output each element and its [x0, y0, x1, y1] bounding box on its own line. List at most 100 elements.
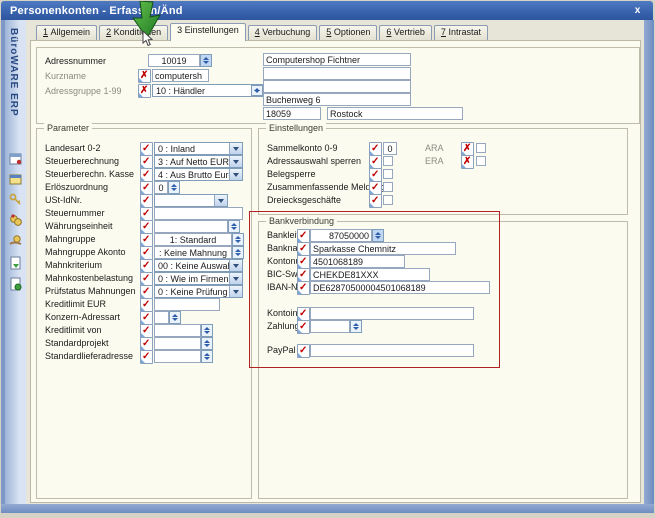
- field-x-icon[interactable]: [138, 69, 151, 83]
- mahnkostenbelastung-select[interactable]: 0 : Wie im Firmenstamm eing: [154, 272, 243, 285]
- ust-idnr-select[interactable]: [154, 194, 228, 207]
- steuerberechn-kasse-select[interactable]: 4 : Aus Brutto Euro: [154, 168, 243, 181]
- field-check-icon[interactable]: [297, 307, 310, 321]
- pruefstatus-select[interactable]: 0 : Keine Prüfung: [154, 285, 243, 298]
- field-check-icon[interactable]: [297, 229, 310, 243]
- era-checkbox[interactable]: [476, 156, 486, 166]
- zahlung-von-input[interactable]: [310, 320, 350, 333]
- field-x-icon[interactable]: [461, 155, 474, 169]
- field-check-icon[interactable]: [140, 311, 153, 325]
- erloeszuordnung-stepper[interactable]: [168, 181, 180, 194]
- erloeszuordnung-input[interactable]: 0: [154, 181, 168, 194]
- field-check-icon[interactable]: [140, 350, 153, 364]
- chevron-down-icon[interactable]: [229, 169, 242, 180]
- field-check-icon[interactable]: [297, 281, 310, 295]
- field-x-icon[interactable]: [461, 142, 474, 156]
- mahngruppe-stepper[interactable]: [232, 233, 244, 246]
- field-check-icon[interactable]: [140, 168, 153, 182]
- field-check-icon[interactable]: [297, 344, 310, 358]
- steuerberechnung-select[interactable]: 3 : Auf Netto EUR: [154, 155, 243, 168]
- standardlieferadresse-stepper[interactable]: [201, 350, 213, 363]
- field-check-icon[interactable]: [140, 207, 153, 221]
- window-icon[interactable]: [9, 172, 23, 186]
- city-input[interactable]: Rostock: [327, 107, 463, 120]
- field-check-icon[interactable]: [297, 242, 310, 256]
- waehrungseinheit-stepper[interactable]: [228, 220, 240, 233]
- report-icon[interactable]: [9, 152, 23, 166]
- name3-input[interactable]: [263, 80, 411, 93]
- field-check-icon[interactable]: [140, 220, 153, 234]
- chevron-down-icon[interactable]: [229, 143, 242, 154]
- field-check-icon[interactable]: [140, 324, 153, 338]
- field-check-icon[interactable]: [140, 259, 153, 273]
- payment-icon[interactable]: [9, 234, 23, 248]
- field-check-icon[interactable]: [140, 285, 153, 299]
- zip-input[interactable]: 18059: [263, 107, 321, 120]
- sammelkonto-input[interactable]: 0: [383, 142, 397, 155]
- field-check-icon[interactable]: [369, 155, 382, 169]
- landesart-select[interactable]: 0 : Inland: [154, 142, 243, 155]
- dreiecksgeschaefte-checkbox[interactable]: [383, 195, 393, 205]
- bic-swift-input[interactable]: CHEKDE81XXX: [310, 268, 430, 281]
- field-check-icon[interactable]: [140, 142, 153, 156]
- field-check-icon[interactable]: [140, 194, 153, 208]
- field-check-icon[interactable]: [297, 255, 310, 269]
- chevron-down-icon[interactable]: [229, 260, 242, 271]
- coins-icon[interactable]: [9, 213, 23, 227]
- ara-checkbox[interactable]: [476, 143, 486, 153]
- document-new-icon[interactable]: [9, 256, 23, 270]
- field-check-icon[interactable]: [369, 181, 382, 195]
- konzern-adressart-input[interactable]: [154, 311, 169, 324]
- tab-allgemein[interactable]: 1 Allgemein: [36, 25, 97, 40]
- kontoinhaber-input[interactable]: [310, 307, 474, 320]
- field-check-icon[interactable]: [369, 194, 382, 208]
- adressnummer-stepper[interactable]: [200, 54, 212, 67]
- field-check-icon[interactable]: [140, 246, 153, 260]
- adressauswahl-sperren-checkbox[interactable]: [383, 156, 393, 166]
- field-check-icon[interactable]: [140, 337, 153, 351]
- tab-intrastat[interactable]: 7 Intrastat: [434, 25, 488, 40]
- chevron-down-icon[interactable]: [229, 273, 242, 284]
- field-check-icon[interactable]: [140, 155, 153, 169]
- steuernummer-input[interactable]: [154, 207, 243, 220]
- tab-konditionen[interactable]: 2 Konditionen: [99, 25, 168, 40]
- bankleitzahl-stepper[interactable]: [372, 229, 384, 242]
- close-icon[interactable]: x: [630, 4, 645, 17]
- field-check-icon[interactable]: [140, 298, 153, 312]
- paypal-ident-input[interactable]: [310, 344, 474, 357]
- chevron-down-icon[interactable]: [229, 286, 242, 297]
- tab-vertrieb[interactable]: 6 Vertrieb: [379, 25, 432, 40]
- field-check-icon[interactable]: [369, 168, 382, 182]
- field-check-icon[interactable]: [297, 320, 310, 334]
- kreditlimit-von-stepper[interactable]: [201, 324, 213, 337]
- iban-input[interactable]: DE62870500004501068189: [310, 281, 490, 294]
- belegsperre-checkbox[interactable]: [383, 169, 393, 179]
- tab-einstellungen[interactable]: 3 Einstellungen: [170, 23, 246, 41]
- field-check-icon[interactable]: [140, 272, 153, 286]
- street-input[interactable]: Buchenweg 6: [263, 93, 411, 106]
- field-check-icon[interactable]: [369, 142, 382, 156]
- key-icon[interactable]: [9, 192, 23, 206]
- kurzname-input[interactable]: computersh: [152, 69, 209, 82]
- bankleitzahl-input[interactable]: 87050000: [310, 229, 372, 242]
- kreditlimit-von-input[interactable]: [154, 324, 201, 337]
- konzern-adressart-stepper[interactable]: [169, 311, 181, 324]
- adressnummer-input[interactable]: 10019: [148, 54, 200, 67]
- field-check-icon[interactable]: [140, 233, 153, 247]
- field-check-icon[interactable]: [140, 181, 153, 195]
- chevron-down-icon[interactable]: [229, 156, 242, 167]
- field-check-icon[interactable]: [297, 268, 310, 282]
- tab-optionen[interactable]: 5 Optionen: [319, 25, 377, 40]
- standardprojekt-stepper[interactable]: [201, 337, 213, 350]
- bankname-input[interactable]: Sparkasse Chemnitz: [310, 242, 456, 255]
- standardlieferadresse-input[interactable]: [154, 350, 201, 363]
- name1-input[interactable]: Computershop Fichtner: [263, 53, 411, 66]
- mahnkriterium-select[interactable]: 00 : Keine Auswahl: [154, 259, 243, 272]
- tab-verbuchung[interactable]: 4 Verbuchung: [248, 25, 318, 40]
- name2-input[interactable]: [263, 67, 411, 80]
- kreditlimit-eur-input[interactable]: [154, 298, 220, 311]
- zahlung-von-stepper[interactable]: [350, 320, 362, 333]
- mahngruppe-input[interactable]: 1: Standard: [154, 233, 232, 246]
- adressgruppe-select[interactable]: 10 : Händler: [152, 84, 264, 97]
- standardprojekt-input[interactable]: [154, 337, 201, 350]
